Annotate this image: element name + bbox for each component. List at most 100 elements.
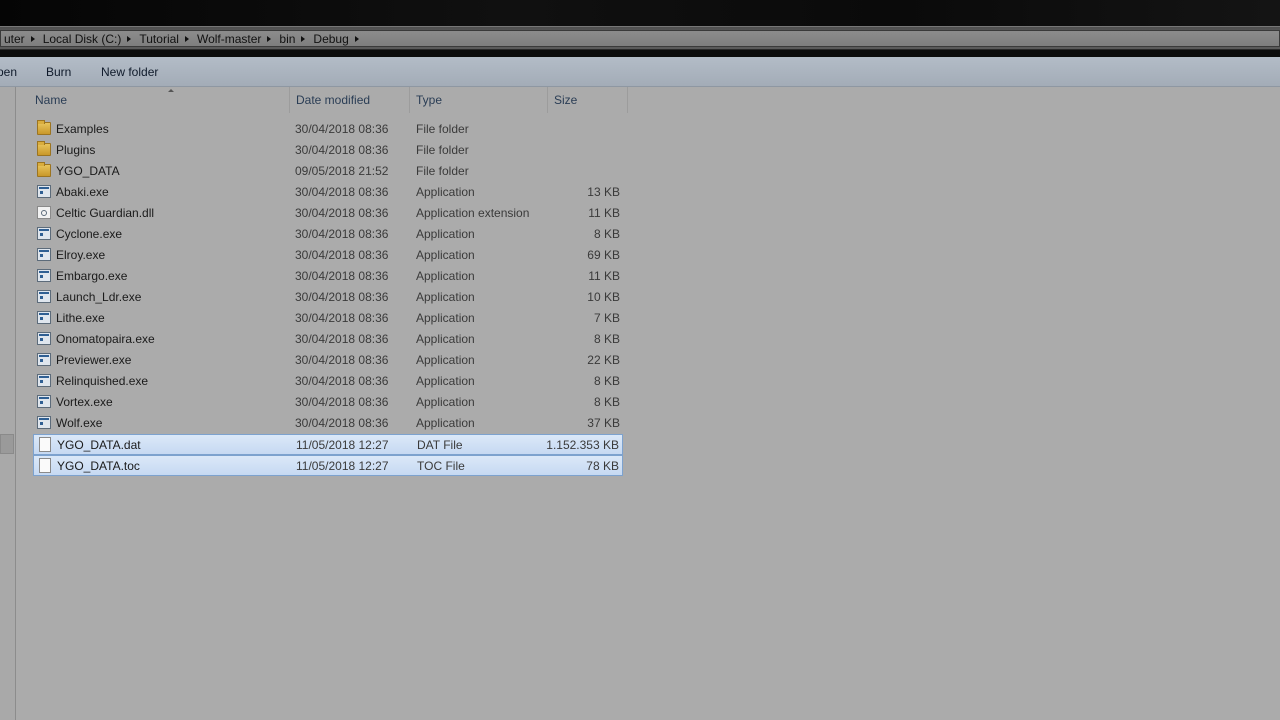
file-row[interactable]: Previewer.exe 30/04/2018 08:36 Application… — [33, 350, 623, 371]
file-name: Examples — [56, 122, 109, 136]
breadcrumb-arrow-icon[interactable] — [301, 35, 306, 42]
address-bar[interactable]: uter Local Disk (C:) Tutorial Wolf-master bi… — [0, 26, 1280, 50]
file-name: Abaki.exe — [56, 185, 109, 199]
file-date-modified: 30/04/2018 08:36 — [295, 290, 389, 304]
column-header-type-label: Type — [416, 93, 443, 107]
column-header-row: Name Date modified Type Size — [17, 87, 1280, 113]
breadcrumb-item[interactable]: Debug — [310, 32, 351, 46]
application-icon — [37, 185, 51, 198]
file-type: TOC File — [417, 459, 465, 473]
file-row[interactable]: Relinquished.exe 30/04/2018 08:36 Applicat… — [33, 371, 623, 392]
file-date-modified: 30/04/2018 08:36 — [295, 227, 389, 241]
file-row[interactable]: Examples 30/04/2018 08:36 File folder — [33, 119, 623, 140]
open-button[interactable]: pen — [0, 65, 17, 79]
file-list-view[interactable]: Name Date modified Type Size Examples 30/… — [17, 87, 1280, 720]
folder-icon — [37, 162, 51, 177]
breadcrumb-arrow-icon[interactable] — [127, 35, 132, 42]
file-type: Application — [416, 269, 475, 283]
file-row[interactable]: Vortex.exe 30/04/2018 08:36 Application 8 K… — [33, 392, 623, 413]
navigation-pane-selected-item[interactable] — [0, 434, 14, 454]
file-type: DAT File — [417, 438, 463, 452]
file-row[interactable]: Cyclone.exe 30/04/2018 08:36 Application 8 … — [33, 224, 623, 245]
application-icon — [37, 332, 51, 345]
file-row[interactable]: YGO_DATA 09/05/2018 21:52 File folder — [33, 161, 623, 182]
breadcrumb-arrow-icon[interactable] — [267, 35, 272, 42]
new-folder-button[interactable]: New folder — [101, 65, 158, 79]
file-type: File folder — [416, 143, 469, 157]
file-type: Application — [416, 311, 475, 325]
command-bar: pen Burn New folder — [0, 57, 1280, 87]
column-header-size[interactable]: Size — [548, 87, 628, 113]
file-row[interactable]: Embargo.exe 30/04/2018 08:36 Application 11… — [33, 266, 623, 287]
application-icon — [37, 248, 51, 261]
window-frame-strip — [0, 50, 1280, 57]
file-name: Celtic Guardian.dll — [56, 206, 155, 220]
file-size: 8 KB — [593, 332, 620, 346]
application-icon — [37, 269, 51, 282]
breadcrumb-item[interactable]: Wolf-master — [194, 32, 264, 46]
file-size: 8 KB — [593, 395, 620, 409]
file-date-modified: 30/04/2018 08:36 — [295, 269, 389, 283]
file-date-modified: 30/04/2018 08:36 — [295, 311, 389, 325]
column-header-size-label: Size — [554, 93, 578, 107]
file-row[interactable]: YGO_DATA.dat 11/05/2018 12:27 DAT File 1.15… — [33, 434, 623, 455]
application-icon — [37, 416, 51, 429]
navigation-pane[interactable] — [0, 87, 16, 720]
file-name: Relinquished.exe — [56, 374, 149, 388]
file-size: 22 KB — [587, 353, 620, 367]
breadcrumb-item[interactable]: Tutorial — [136, 32, 182, 46]
file-type: Application — [416, 290, 475, 304]
sort-ascending-icon — [168, 89, 174, 92]
file-row[interactable]: Launch_Ldr.exe 30/04/2018 08:36 Applicatio… — [33, 287, 623, 308]
breadcrumb-arrow-icon[interactable] — [30, 35, 35, 42]
file-type: Application — [416, 185, 475, 199]
file-row[interactable]: Plugins 30/04/2018 08:36 File folder — [33, 140, 623, 161]
file-type: Application — [416, 416, 475, 430]
file-row[interactable]: Onomatopaira.exe 30/04/2018 08:36 Applicat… — [33, 329, 623, 350]
breadcrumb[interactable]: uter Local Disk (C:) Tutorial Wolf-master bi… — [0, 30, 1280, 47]
file-size: 7 KB — [593, 311, 620, 325]
file-type: File folder — [416, 164, 469, 178]
file-type: Application — [416, 374, 475, 388]
breadcrumb-item[interactable]: Local Disk (C:) — [40, 32, 125, 46]
column-header-type[interactable]: Type — [410, 87, 548, 113]
file-name: Onomatopaira.exe — [56, 332, 155, 346]
file-row[interactable]: Abaki.exe 30/04/2018 08:36 Application 13 K… — [33, 182, 623, 203]
file-date-modified: 30/04/2018 08:36 — [295, 122, 389, 136]
file-name: Cyclone.exe — [56, 227, 123, 241]
file-type: Application — [416, 395, 475, 409]
burn-button[interactable]: Burn — [46, 65, 71, 79]
file-name: Launch_Ldr.exe — [56, 290, 142, 304]
file-row[interactable]: Celtic Guardian.dll 30/04/2018 08:36 Appli… — [33, 203, 623, 224]
file-type: Application — [416, 248, 475, 262]
file-name: YGO_DATA.toc — [57, 459, 140, 473]
column-header-name[interactable]: Name — [29, 87, 290, 113]
column-header-date-modified[interactable]: Date modified — [290, 87, 410, 113]
application-icon — [37, 311, 51, 324]
file-date-modified: 30/04/2018 08:36 — [295, 332, 389, 346]
file-name: Embargo.exe — [56, 269, 128, 283]
file-name: Elroy.exe — [56, 248, 106, 262]
file-row[interactable]: Elroy.exe 30/04/2018 08:36 Application 69 K… — [33, 245, 623, 266]
file-name: Previewer.exe — [56, 353, 132, 367]
breadcrumb-item[interactable]: bin — [276, 32, 298, 46]
file-icon — [39, 458, 51, 473]
file-name: Vortex.exe — [56, 395, 113, 409]
file-size: 10 KB — [587, 290, 620, 304]
file-type: Application extension — [416, 206, 530, 220]
file-name: Wolf.exe — [56, 416, 103, 430]
file-date-modified: 30/04/2018 08:36 — [295, 353, 389, 367]
file-size: 1.152.353 KB — [546, 438, 619, 452]
breadcrumb-arrow-icon[interactable] — [354, 35, 359, 42]
folder-icon — [37, 120, 51, 135]
application-icon — [37, 227, 51, 240]
file-row[interactable]: Lithe.exe 30/04/2018 08:36 Application 7 KB — [33, 308, 623, 329]
file-date-modified: 11/05/2018 12:27 — [296, 459, 389, 473]
breadcrumb-arrow-icon[interactable] — [184, 35, 189, 42]
file-icon — [39, 437, 51, 452]
file-row[interactable]: Wolf.exe 30/04/2018 08:36 Application 37 KB — [33, 413, 623, 434]
file-row[interactable]: YGO_DATA.toc 11/05/2018 12:27 TOC File 78 K… — [33, 455, 623, 476]
file-size: 8 KB — [593, 227, 620, 241]
column-header-name-label: Name — [35, 93, 68, 107]
breadcrumb-item[interactable]: uter — [1, 32, 28, 46]
